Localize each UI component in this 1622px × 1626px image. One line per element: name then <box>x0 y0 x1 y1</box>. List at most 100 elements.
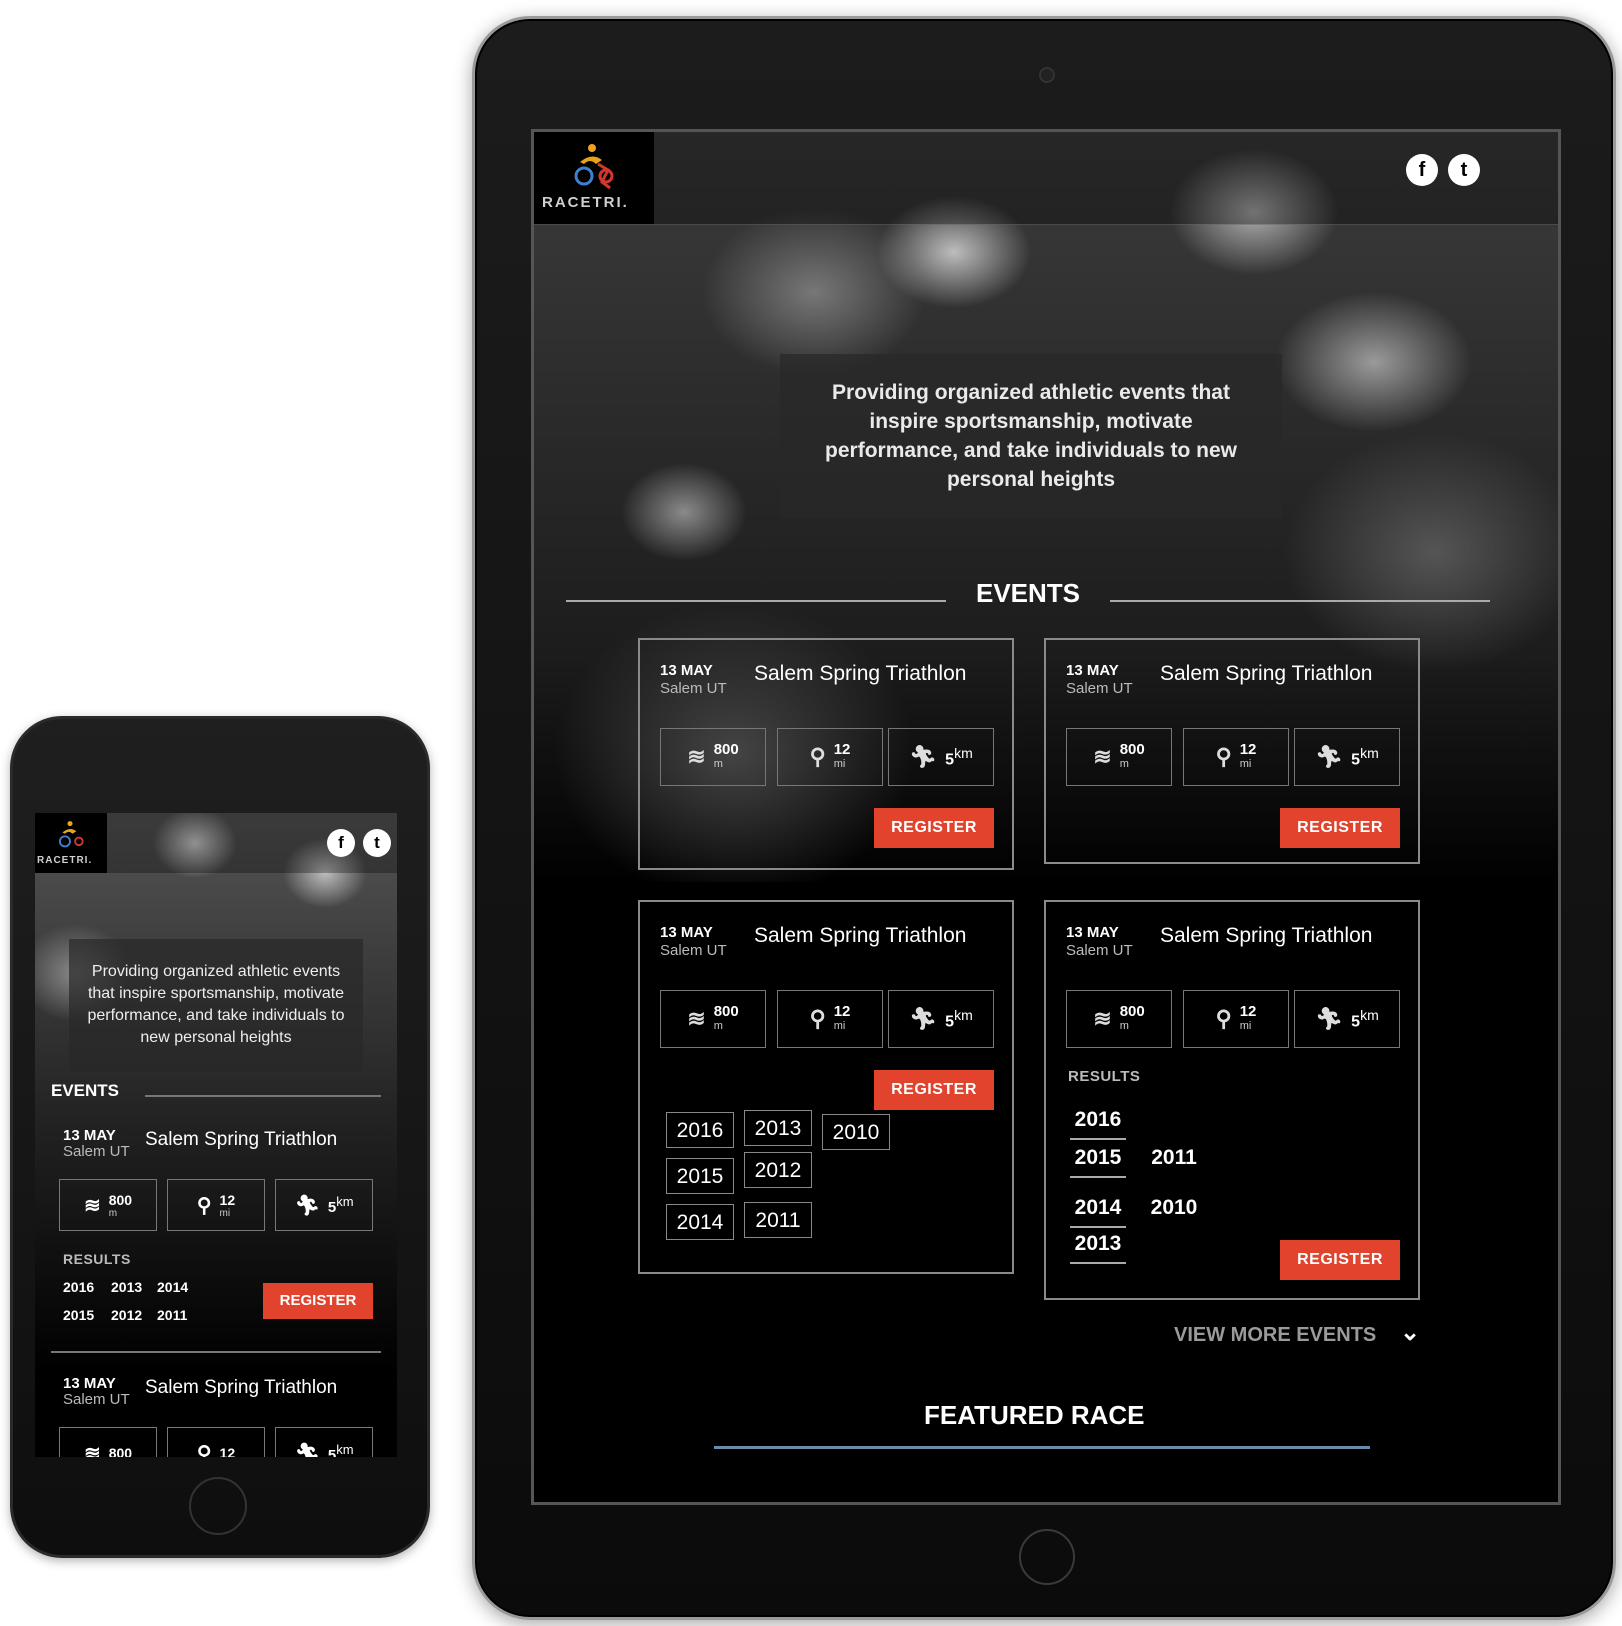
result-year[interactable]: 2010 <box>822 1114 890 1150</box>
hero-tagline: Providing organized athletic events that… <box>69 939 363 1071</box>
logo[interactable]: RACETRI. <box>534 132 654 224</box>
logo[interactable]: RACETRI. <box>35 813 107 873</box>
bike-value: 12 <box>219 1191 236 1208</box>
event-card: 13 MAY Salem UT Salem Spring Triathlon ≋… <box>638 900 1014 1274</box>
event-location: Salem UT <box>660 942 727 959</box>
event-name[interactable]: Salem Spring Triathlon <box>1160 662 1372 686</box>
result-year[interactable]: 2011 <box>744 1202 812 1238</box>
bike-distance: ⚲ 12 <box>167 1427 265 1457</box>
event-name[interactable]: Salem Spring Triathlon <box>1160 924 1372 948</box>
run-unit: km <box>1360 1006 1379 1023</box>
event-date: 13 MAY <box>1066 662 1119 679</box>
hero-tagline: Providing organized athletic events that… <box>780 354 1282 518</box>
facebook-icon[interactable]: f <box>1406 154 1438 186</box>
event-date: 13 MAY <box>1066 924 1119 941</box>
run-value: 5 <box>1351 1013 1361 1031</box>
bike-value: 12 <box>833 1003 851 1020</box>
run-value: 5 <box>327 1447 337 1457</box>
register-button[interactable]: REGISTER <box>874 1070 994 1110</box>
result-year[interactable]: 2011 <box>1146 1146 1202 1176</box>
result-year[interactable]: 2014 <box>1070 1196 1126 1228</box>
swim-distance: ≋ 800 m <box>660 990 766 1048</box>
bike-value: 12 <box>219 1445 236 1457</box>
phone-screen: RACETRI. f t Providing organized athleti… <box>35 813 397 1457</box>
bike-icon: ⚲ <box>809 744 826 769</box>
view-more-events-link[interactable]: VIEW MORE EVENTS <box>1174 1324 1376 1347</box>
swim-icon: ≋ <box>83 1194 101 1217</box>
result-year[interactable]: 2012 <box>111 1307 142 1323</box>
event-location: Salem UT <box>1066 942 1133 959</box>
event-location: Salem UT <box>660 680 727 697</box>
register-button[interactable]: REGISTER <box>874 808 994 848</box>
event-location: Salem UT <box>63 1391 130 1408</box>
logo-text: RACETRI. <box>542 194 629 211</box>
result-year[interactable]: 2016 <box>63 1279 94 1295</box>
result-year[interactable]: 2014 <box>157 1279 188 1295</box>
bike-unit: mi <box>833 758 846 770</box>
run-value: 5 <box>945 751 955 769</box>
bike-icon: ⚲ <box>809 1006 826 1031</box>
results-label: RESULTS <box>63 1251 131 1267</box>
event-date: 13 MAY <box>660 924 713 941</box>
twitter-icon[interactable]: t <box>1448 154 1480 186</box>
result-year[interactable]: 2015 <box>63 1307 94 1323</box>
bike-distance: ⚲ 12 mi <box>777 728 883 786</box>
run-value: 5 <box>945 1013 955 1031</box>
bike-distance: ⚲ 12 mi <box>777 990 883 1048</box>
bike-unit: mi <box>1239 1020 1252 1032</box>
result-year[interactable]: 2014 <box>666 1204 734 1240</box>
chevron-down-icon[interactable]: ⌄ <box>1400 1318 1420 1347</box>
swim-value: 800 <box>1119 741 1145 758</box>
tablet-device: RACETRI. f t Providing organized athleti… <box>472 16 1616 1620</box>
event-name[interactable]: Salem Spring Triathlon <box>754 924 966 948</box>
run-distance: 🏃︎ 5km <box>275 1179 373 1231</box>
run-unit: km <box>1360 744 1379 761</box>
result-year[interactable]: 2015 <box>1070 1146 1126 1178</box>
swim-icon: ≋ <box>1093 744 1112 769</box>
event-name[interactable]: Salem Spring Triathlon <box>145 1129 337 1151</box>
facebook-icon[interactable]: f <box>327 829 355 857</box>
result-year[interactable]: 2013 <box>1070 1232 1126 1264</box>
swim-unit: m <box>713 1020 723 1032</box>
swim-icon: ≋ <box>83 1442 101 1458</box>
swim-value: 800 <box>108 1191 133 1208</box>
event-location: Salem UT <box>1066 680 1133 697</box>
run-icon: 🏃︎ <box>294 1194 320 1217</box>
event-name[interactable]: Salem Spring Triathlon <box>754 662 966 686</box>
swim-distance: ≋ 800 m <box>1066 728 1172 786</box>
result-year[interactable]: 2016 <box>666 1112 734 1148</box>
event-name[interactable]: Salem Spring Triathlon <box>145 1377 337 1399</box>
bike-distance: ⚲ 12 mi <box>1183 728 1289 786</box>
result-year[interactable]: 2013 <box>744 1110 812 1146</box>
divider <box>51 1351 381 1353</box>
result-year[interactable]: 2011 <box>157 1307 187 1323</box>
run-distance: 🏃︎ 5km <box>1294 728 1400 786</box>
run-unit: km <box>336 1442 354 1457</box>
swim-unit: m <box>1119 758 1129 770</box>
register-button[interactable]: REGISTER <box>1280 1240 1400 1280</box>
home-button[interactable] <box>1019 1529 1075 1585</box>
swim-distance: ≋ 800 m <box>1066 990 1172 1048</box>
result-year[interactable]: 2015 <box>666 1158 734 1194</box>
result-year[interactable]: 2016 <box>1070 1108 1126 1140</box>
swim-distance: ≋ 800 <box>59 1427 157 1457</box>
register-button[interactable]: REGISTER <box>1280 808 1400 848</box>
event-card: 13 MAY Salem UT Salem Spring Triathlon ≋… <box>638 638 1014 870</box>
swim-value: 800 <box>713 1003 739 1020</box>
home-button[interactable] <box>189 1477 247 1535</box>
events-heading: EVENTS <box>975 578 1081 608</box>
run-icon: 🏃︎ <box>909 1006 938 1031</box>
result-year[interactable]: 2012 <box>744 1152 812 1188</box>
bike-icon: ⚲ <box>1215 744 1232 769</box>
register-button[interactable]: REGISTER <box>263 1283 373 1319</box>
run-distance: 🏃︎ 5km <box>888 728 994 786</box>
result-year[interactable]: 2013 <box>111 1279 142 1295</box>
run-unit: km <box>336 1194 354 1209</box>
swim-icon: ≋ <box>687 744 706 769</box>
divider <box>1110 600 1490 602</box>
result-year[interactable]: 2010 <box>1146 1196 1202 1226</box>
run-icon: 🏃︎ <box>1315 744 1344 769</box>
twitter-icon[interactable]: t <box>363 829 391 857</box>
run-icon: 🏃︎ <box>909 744 938 769</box>
bike-unit: mi <box>833 1020 846 1032</box>
